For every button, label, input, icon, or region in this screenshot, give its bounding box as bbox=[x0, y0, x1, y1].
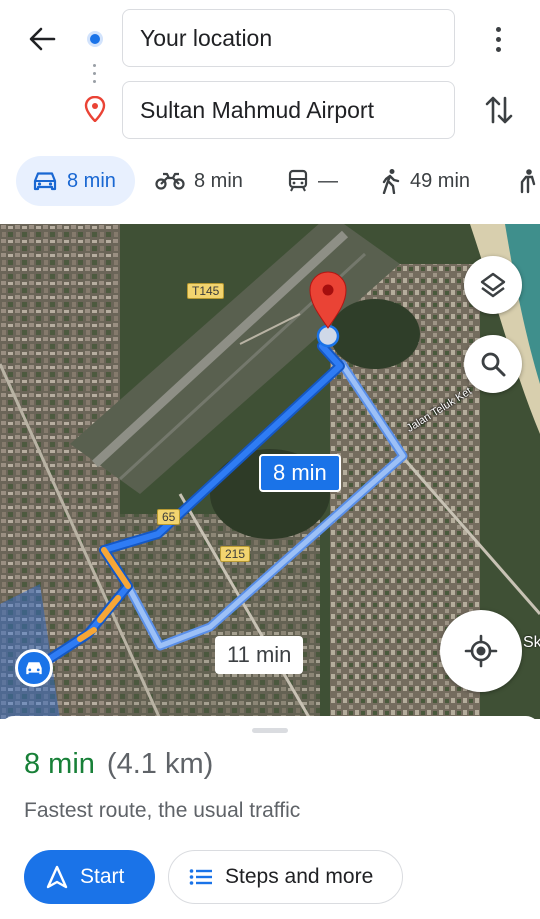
arrow-left-icon bbox=[29, 27, 56, 51]
more-vert-icon bbox=[495, 26, 501, 32]
origin-field-value: Your location bbox=[140, 24, 273, 51]
route-description: Fastest route, the usual traffic bbox=[24, 799, 301, 822]
start-label: Start bbox=[80, 865, 125, 888]
swap-endpoints-button[interactable] bbox=[481, 92, 517, 128]
car-icon bbox=[33, 172, 57, 191]
tab-motorcycle[interactable]: 8 min bbox=[150, 156, 243, 206]
destination-field-value: Sultan Mahmud Airport bbox=[140, 96, 374, 123]
current-location-car-marker bbox=[15, 649, 53, 687]
motorcycle-icon bbox=[155, 172, 185, 190]
connector-dot bbox=[93, 72, 96, 75]
road-label-65: 65 bbox=[157, 509, 181, 525]
primary-route-time: 8 min bbox=[273, 460, 327, 485]
layers-button[interactable] bbox=[464, 256, 522, 314]
tab-ride-services[interactable] bbox=[516, 156, 540, 206]
start-navigation-button[interactable]: Start bbox=[24, 850, 155, 904]
route-duration: 8 min bbox=[24, 748, 95, 780]
my-location-button[interactable] bbox=[440, 610, 522, 692]
route-endpoints-indicator bbox=[82, 28, 108, 128]
tab-walk[interactable]: 49 min bbox=[378, 156, 470, 206]
layers-icon bbox=[480, 272, 506, 298]
road-label-215: 215 bbox=[220, 546, 251, 562]
origin-field[interactable]: Your location bbox=[122, 9, 455, 67]
tab-transit[interactable]: — bbox=[282, 156, 338, 206]
tab-walk-time: 49 min bbox=[410, 169, 471, 192]
route-summary: 8 min (4.1 km) bbox=[24, 748, 213, 781]
search-icon bbox=[481, 352, 506, 377]
navigation-icon bbox=[46, 865, 68, 889]
steps-and-more-button[interactable]: Steps and more bbox=[168, 850, 403, 904]
ride-icon bbox=[520, 169, 536, 194]
alternate-route-time-callout[interactable]: 11 min bbox=[215, 636, 304, 674]
map-view[interactable]: T145 65 215 Jalan Teluk Ket Sk 8 min 11 … bbox=[0, 224, 540, 719]
steps-label: Steps and more bbox=[225, 865, 374, 888]
directions-header: Your location Sultan Mahmud Airport 8 mi… bbox=[0, 0, 540, 224]
back-button[interactable] bbox=[22, 22, 62, 56]
tab-drive-time: 8 min bbox=[67, 169, 116, 192]
blue-dot-icon bbox=[87, 31, 103, 47]
more-options-button[interactable] bbox=[483, 22, 513, 56]
list-icon bbox=[189, 869, 212, 885]
walk-icon bbox=[382, 169, 400, 194]
connector-dot bbox=[93, 80, 96, 83]
route-summary-sheet: 8 min (4.1 km) Fastest route, the usual … bbox=[0, 716, 540, 919]
red-pin-icon bbox=[84, 96, 106, 122]
tab-transit-time: — bbox=[318, 169, 338, 192]
travel-mode-tabs: 8 min 8 min — 49 min bbox=[0, 156, 540, 208]
sheet-drag-handle[interactable] bbox=[252, 728, 288, 733]
train-icon bbox=[288, 169, 308, 192]
tab-drive[interactable]: 8 min bbox=[16, 156, 135, 206]
my-location-icon bbox=[464, 634, 498, 668]
swap-vert-icon bbox=[485, 96, 513, 124]
primary-route-time-callout[interactable]: 8 min bbox=[259, 454, 341, 492]
alternate-route-time: 11 min bbox=[227, 642, 292, 667]
car-icon bbox=[26, 662, 42, 675]
route-distance: (4.1 km) bbox=[106, 748, 214, 780]
search-along-route-button[interactable] bbox=[464, 335, 522, 393]
tab-motorcycle-time: 8 min bbox=[194, 169, 243, 192]
map-edge-label: Sk bbox=[523, 634, 540, 651]
road-label-t145: T145 bbox=[187, 283, 225, 299]
destination-field[interactable]: Sultan Mahmud Airport bbox=[122, 81, 455, 139]
connector-dot bbox=[93, 64, 96, 67]
